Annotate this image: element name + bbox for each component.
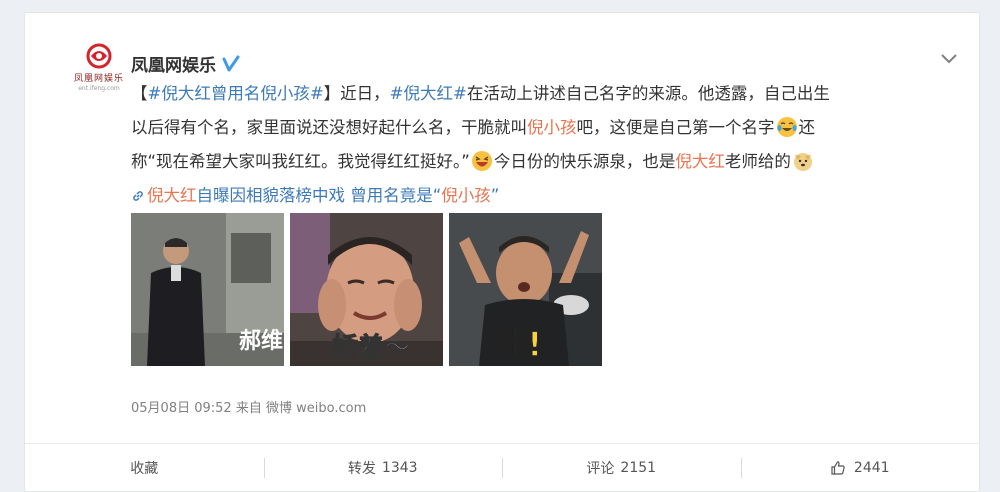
- user-name-link[interactable]: 凤凰网娱乐: [131, 51, 216, 76]
- post-image[interactable]: 娇羞～: [290, 213, 443, 366]
- weibo-post-card: 凤凰网娱乐 ent.ifeng.com 凤凰网娱乐 【#倪大红曾用名倪小孩#】近…: [24, 12, 980, 492]
- link-name-highlight[interactable]: 倪大红: [147, 186, 197, 205]
- link-icon: [133, 191, 143, 201]
- text-segment: 称“现在希望大家叫我红红。我觉得红红挺好。”: [131, 152, 470, 171]
- action-bar: 收藏 转发 1343 评论 2151 2441: [25, 443, 979, 491]
- topic-link[interactable]: #倪大红曾用名倪小孩#: [148, 84, 324, 103]
- link-text[interactable]: 自曝因相貌落榜中戏 曾用名竟是“: [197, 186, 442, 205]
- avatar[interactable]: 凤凰网娱乐 ent.ifeng.com: [69, 41, 129, 101]
- repost-button[interactable]: 转发 1343: [263, 444, 503, 491]
- text-segment: 】近日，: [323, 84, 390, 103]
- post-from-label: 来自: [235, 401, 262, 416]
- post-line-2: 以后得有个名，家里面说还没想好起什么名，干脆就叫倪小孩吧，这便是自己第一个名字 还: [131, 111, 951, 145]
- post-line-3: 称“现在希望大家叫我红红。我觉得红红挺好。” 今日份的快乐源泉，也是倪大红老师给的: [131, 145, 951, 179]
- avatar-logo-text: 凤凰网娱乐: [73, 74, 124, 84]
- repost-count: 1343: [381, 459, 418, 476]
- post-text: 【#倪大红曾用名倪小孩#】近日，#倪大红#在活动上讲述自己名字的来源。他透露，自…: [131, 77, 951, 213]
- phoenix-logo-icon: [83, 43, 115, 69]
- image-overlay-text: 娇羞～: [331, 333, 411, 364]
- post-source-link[interactable]: 微博 weibo.com: [266, 401, 366, 416]
- image-gallery: 郝维 娇羞～ 哇!: [131, 213, 602, 366]
- text-segment: 在活动上讲述自己名字的来源。他透露，自己出生: [466, 84, 830, 103]
- comment-button[interactable]: 评论 2151: [502, 444, 741, 491]
- like-button[interactable]: 2441: [740, 444, 980, 491]
- topic-link[interactable]: #倪大红#: [390, 84, 467, 103]
- post-image[interactable]: 郝维: [131, 213, 284, 366]
- comment-label: 评论: [586, 460, 615, 477]
- post-line-1: 【#倪大红曾用名倪小孩#】近日，#倪大红#在活动上讲述自己名字的来源。他透露，自…: [131, 77, 951, 111]
- article-link[interactable]: 倪大红自曝因相貌落榜中戏 曾用名竟是“倪小孩”: [131, 179, 951, 213]
- text-segment: 今日份的快乐源泉，也是: [493, 152, 676, 171]
- avatar-logo-url: ent.ifeng.com: [78, 85, 120, 92]
- link-name-highlight[interactable]: 倪小孩: [441, 186, 491, 205]
- doge-emoji-icon: [793, 153, 812, 171]
- text-segment: 【: [131, 84, 148, 103]
- text-segment: 老师给的: [724, 152, 791, 171]
- image-overlay-text: 郝维: [239, 328, 284, 354]
- verified-badge-icon: [222, 55, 240, 73]
- text-segment: 吧，这便是自己第一个名字: [576, 118, 775, 137]
- favorite-button[interactable]: 收藏: [25, 444, 264, 491]
- post-time[interactable]: 05月08日 09:52: [131, 401, 232, 416]
- name-highlight[interactable]: 倪小孩: [527, 118, 577, 137]
- text-segment: 还: [798, 118, 816, 137]
- post-header: 凤凰网娱乐: [131, 51, 240, 76]
- like-count: 2441: [853, 459, 890, 476]
- comment-count: 2151: [620, 459, 657, 476]
- image-overlay-text: 哇!: [492, 324, 543, 366]
- thumbs-up-icon: [831, 460, 845, 475]
- repost-label: 转发: [347, 460, 376, 477]
- post-meta: 05月08日 09:52 来自 微博 weibo.com: [131, 397, 366, 416]
- favorite-label: 收藏: [130, 460, 159, 477]
- link-text-end[interactable]: ”: [491, 186, 500, 205]
- name-highlight[interactable]: 倪大红: [675, 152, 725, 171]
- text-segment: 以后得有个名，家里面说还没想好起什么名，干脆就叫: [131, 118, 527, 137]
- chevron-down-icon[interactable]: [939, 49, 959, 69]
- laughing-emoji-icon: [471, 151, 492, 171]
- laugh-cry-emoji-icon: [776, 117, 797, 137]
- post-image[interactable]: 哇!: [449, 213, 602, 366]
